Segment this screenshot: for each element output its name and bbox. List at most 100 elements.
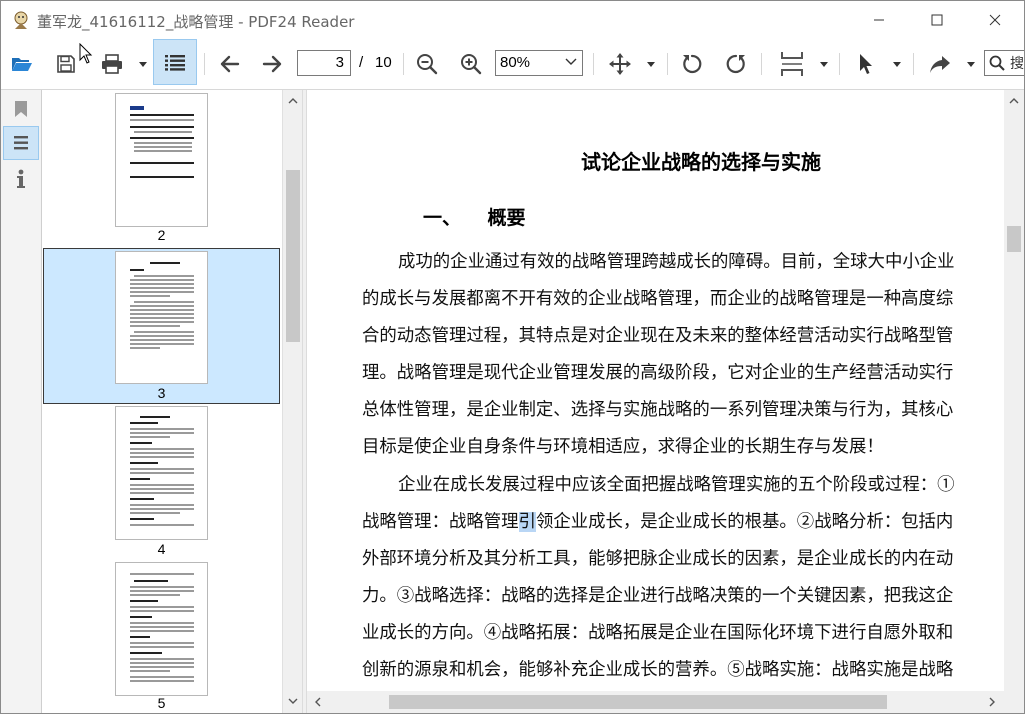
paragraph-line: 业成长的方向。④战略拓展：战略拓展是企业在国际化环境下进行自愿外取和 (362, 623, 954, 643)
toolbar-separator (913, 53, 914, 75)
search-placeholder: 搜 (1010, 56, 1024, 72)
mouse-cursor-icon (79, 43, 93, 64)
page-thumbnail-image (115, 251, 208, 384)
page-thumbnail-selected[interactable]: 3 (43, 248, 280, 404)
scroll-left-icon[interactable] (313, 697, 323, 707)
thumbnail-page-number: 3 (157, 385, 166, 401)
maximize-icon (931, 14, 943, 26)
document-info-tab[interactable] (3, 162, 39, 196)
minimize-button[interactable] (856, 1, 902, 39)
pan-tool-button[interactable] (607, 49, 633, 79)
print-button[interactable] (99, 49, 125, 79)
app-logo-icon (14, 11, 28, 29)
page-layout-dropdown[interactable] (816, 49, 832, 79)
bookmark-icon (15, 101, 27, 117)
document-view[interactable]: 试论企业战略的选择与实施 一、 概要 成功的企业通过有效的战略管理跨越成长的障碍… (307, 90, 1004, 691)
bookmarks-tab[interactable] (3, 92, 39, 126)
document-title: 试论企业战略的选择与实施 (581, 150, 821, 174)
printer-icon (102, 54, 122, 74)
previous-page-button[interactable] (217, 49, 243, 79)
thumbnail-scrollbar-handle[interactable] (286, 170, 300, 342)
total-pages: 10 (375, 54, 392, 71)
search-input[interactable]: 搜 (984, 50, 1024, 76)
floppy-disk-icon (57, 55, 75, 73)
close-button[interactable] (972, 1, 1018, 39)
share-arrow-icon (930, 56, 950, 73)
zoom-out-icon (417, 54, 438, 75)
toolbar-separator (839, 53, 840, 75)
thumbnail-page-number: 5 (157, 695, 166, 711)
toolbar-separator (761, 53, 762, 75)
page-thumbnail-image (115, 562, 208, 696)
select-tool-button[interactable] (853, 49, 879, 79)
thumbnail-scrollbar[interactable] (282, 90, 303, 713)
folder-open-icon (12, 58, 32, 71)
toolbar-separator (204, 53, 205, 75)
paragraph-line: 企业在成长发展过程中应该全面把握战略管理实施的五个阶段或过程：① (398, 475, 955, 495)
toolbar: 3 / 10 80% 搜 (1, 39, 1024, 90)
paragraph-line: 理。战略管理是现代企业管理发展的高级阶段，它对企业的生产经营活动实行 (362, 363, 954, 383)
document-vertical-scrollbar[interactable] (1004, 90, 1024, 691)
line-segment: 战略管理：战略管理 (362, 512, 519, 532)
paragraph-line: 总体性管理，是企业制定、选择与实施战略的一系列管理决策与行为，其核心 (362, 400, 954, 420)
paragraph-line: 的成长与发展都离不开有效的企业战略管理，而企业的战略管理是一种高度综 (362, 289, 954, 309)
chevron-down-icon (139, 61, 147, 67)
rotate-left-button[interactable] (679, 49, 705, 79)
section-heading: 一、 概要 (423, 207, 526, 229)
selected-text[interactable]: 引 (518, 512, 536, 532)
list-icon (165, 55, 185, 71)
document-horizontal-scrollbar[interactable] (307, 691, 1024, 713)
paragraph-line: 合的动态管理过程，其特点是对企业现在及未来的整体经营活动实行战略型管 (362, 326, 954, 346)
horizontal-scrollbar-handle[interactable] (389, 695, 887, 709)
next-page-button[interactable] (259, 49, 285, 79)
paragraph-line: 成功的企业通过有效的战略管理跨越成长的障碍。目前，全球大中小企业 (398, 252, 955, 272)
thumbnails-toggle-button[interactable] (153, 39, 197, 85)
chevron-down-icon (565, 58, 577, 65)
page-thumbnail[interactable]: 4 (43, 404, 280, 560)
thumbnail-panel: 2 3 4 5 (42, 90, 282, 713)
page-thumbnail[interactable]: 5 (43, 560, 280, 713)
rotate-right-button[interactable] (723, 49, 749, 79)
scroll-right-icon[interactable] (987, 697, 997, 707)
chevron-down-icon (647, 61, 655, 67)
chevron-down-icon (967, 61, 975, 67)
list-icon (14, 136, 28, 150)
print-options-dropdown[interactable] (135, 49, 151, 79)
share-button[interactable] (927, 49, 953, 79)
search-icon (989, 55, 1005, 71)
select-tool-dropdown[interactable] (889, 49, 905, 79)
paragraph-line: 力。③战略选择：战略的选择是企业进行战略决策的一个关键因素，把我这企 (362, 586, 954, 606)
scroll-up-icon[interactable] (288, 96, 298, 106)
line-segment: 领企业成长，是企业成长的根基。②战略分析：包括内 (535, 512, 954, 532)
current-page-input[interactable]: 3 (297, 50, 351, 76)
pan-options-dropdown[interactable] (643, 49, 659, 79)
page-layout-button[interactable] (777, 49, 807, 79)
toolbar-separator (667, 53, 668, 75)
page-thumbnail-image (115, 406, 208, 540)
app-window: 董军龙_41616112_战略管理 - PDF24 Reader 3 / 10 … (0, 0, 1025, 714)
scroll-up-icon[interactable] (1009, 96, 1019, 106)
page-separator: / (359, 54, 364, 71)
open-file-button[interactable] (9, 49, 35, 79)
zoom-in-icon (461, 54, 482, 75)
zoom-level-value: 80% (500, 54, 531, 71)
chevron-down-icon (893, 61, 901, 67)
zoom-in-button[interactable] (458, 49, 484, 79)
toolbar-separator (593, 53, 594, 75)
save-button[interactable] (53, 49, 79, 79)
vertical-scrollbar-handle[interactable] (1007, 226, 1021, 252)
title-bar: 董军龙_41616112_战略管理 - PDF24 Reader (1, 1, 1024, 39)
paragraph-line: 创新的源泉和机会，能够补充企业成长的营养。⑤战略实施：战略实施是战略 (362, 660, 954, 680)
share-dropdown[interactable] (963, 49, 979, 79)
zoom-level-select[interactable]: 80% (495, 50, 583, 76)
page-thumbnail[interactable]: 2 (43, 90, 280, 246)
paragraph-line: 战略管理：战略管理引领企业成长，是企业成长的根基。②战略分析：包括内 (362, 508, 953, 533)
close-icon (989, 14, 1001, 26)
zoom-out-button[interactable] (414, 49, 440, 79)
arrow-left-icon (220, 55, 240, 73)
arrow-right-icon (262, 55, 282, 73)
minimize-icon (874, 19, 884, 21)
thumbnails-tab[interactable] (3, 126, 39, 160)
scroll-down-icon[interactable] (288, 696, 298, 706)
maximize-button[interactable] (914, 1, 960, 39)
